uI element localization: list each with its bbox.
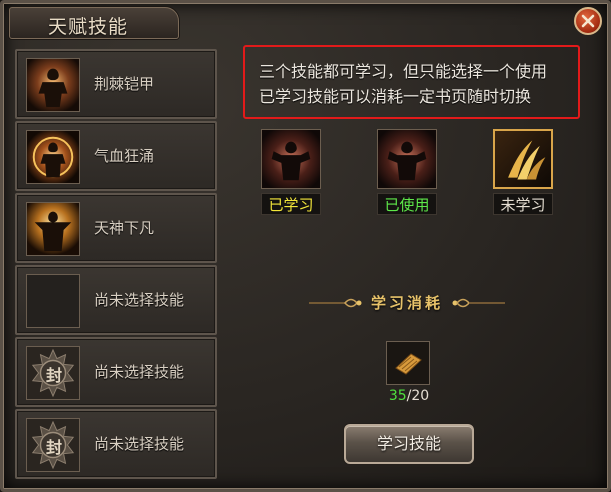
warrior-thorn-icon (26, 58, 80, 112)
skill-choice-2[interactable] (377, 129, 437, 189)
cost-title: 学习消耗 (370, 294, 443, 312)
skill-slot-1[interactable]: 荆棘铠甲 (15, 49, 217, 119)
learn-skill-button[interactable]: 学习技能 (344, 424, 474, 464)
cost-item-slot[interactable] (386, 341, 430, 385)
skill-slot-label: 气血狂涌 (94, 147, 155, 165)
seal-lock-icon: 封 (26, 346, 80, 400)
ornament-left-icon (309, 298, 362, 308)
skill-slot-3[interactable]: 天神下凡 (15, 193, 217, 263)
cost-need: 20 (411, 388, 430, 404)
warrior-flex-icon (378, 130, 436, 188)
notice-box: 三个技能都可学习，但只能选择一个使用 已学习技能可以消耗一定书页随时切换 (243, 45, 580, 119)
notice-line-2: 已学习技能可以消耗一定书页随时切换 (259, 87, 532, 106)
skill-slot-label: 尚未选择技能 (94, 291, 185, 309)
seal-char: 封 (45, 438, 62, 457)
cost-section-header: 学习消耗 (309, 291, 505, 315)
skill-slot-label: 荆棘铠甲 (94, 75, 155, 93)
skill-choice-3[interactable] (493, 129, 553, 189)
notice-line-1: 三个技能都可学习，但只能选择一个使用 (259, 62, 548, 81)
ornament-right-icon (452, 298, 505, 308)
title-bar: 天赋技能 (9, 7, 179, 39)
skill-choice-1[interactable] (261, 129, 321, 189)
seal-char: 封 (45, 366, 62, 385)
skill-slot-5[interactable]: 封 尚未选择技能 (15, 337, 217, 407)
golden-claws-icon (495, 131, 551, 187)
close-button[interactable] (574, 7, 602, 35)
skill-slot-label: 天神下凡 (94, 219, 155, 237)
warrior-god-icon (26, 202, 80, 256)
warrior-flex-icon (262, 130, 320, 188)
skill-slot-label: 尚未选择技能 (94, 435, 185, 453)
empty-slot-icon (26, 274, 80, 328)
skill-choice-1-status: 已学习 (261, 193, 321, 215)
skill-slot-6[interactable]: 封 尚未选择技能 (15, 409, 217, 479)
warrior-surge-icon (26, 130, 80, 184)
skill-slot-label: 尚未选择技能 (94, 363, 185, 381)
window-title: 天赋技能 (48, 16, 129, 38)
close-icon (581, 14, 595, 28)
skill-choice-2-status: 已使用 (377, 193, 437, 215)
book-page-icon (387, 342, 429, 384)
talent-skill-window: 天赋技能 荆棘铠甲 气血狂涌 天神下凡 尚未选择技能 封 尚未选择技能 封 尚未… (0, 0, 611, 492)
cost-count: 35/20 (385, 388, 433, 404)
skill-slot-2[interactable]: 气血狂涌 (15, 121, 217, 191)
seal-lock-icon: 封 (26, 418, 80, 472)
cost-have: 35 (388, 388, 407, 404)
skill-choice-3-status: 未学习 (493, 193, 553, 215)
skill-slot-4[interactable]: 尚未选择技能 (15, 265, 217, 335)
